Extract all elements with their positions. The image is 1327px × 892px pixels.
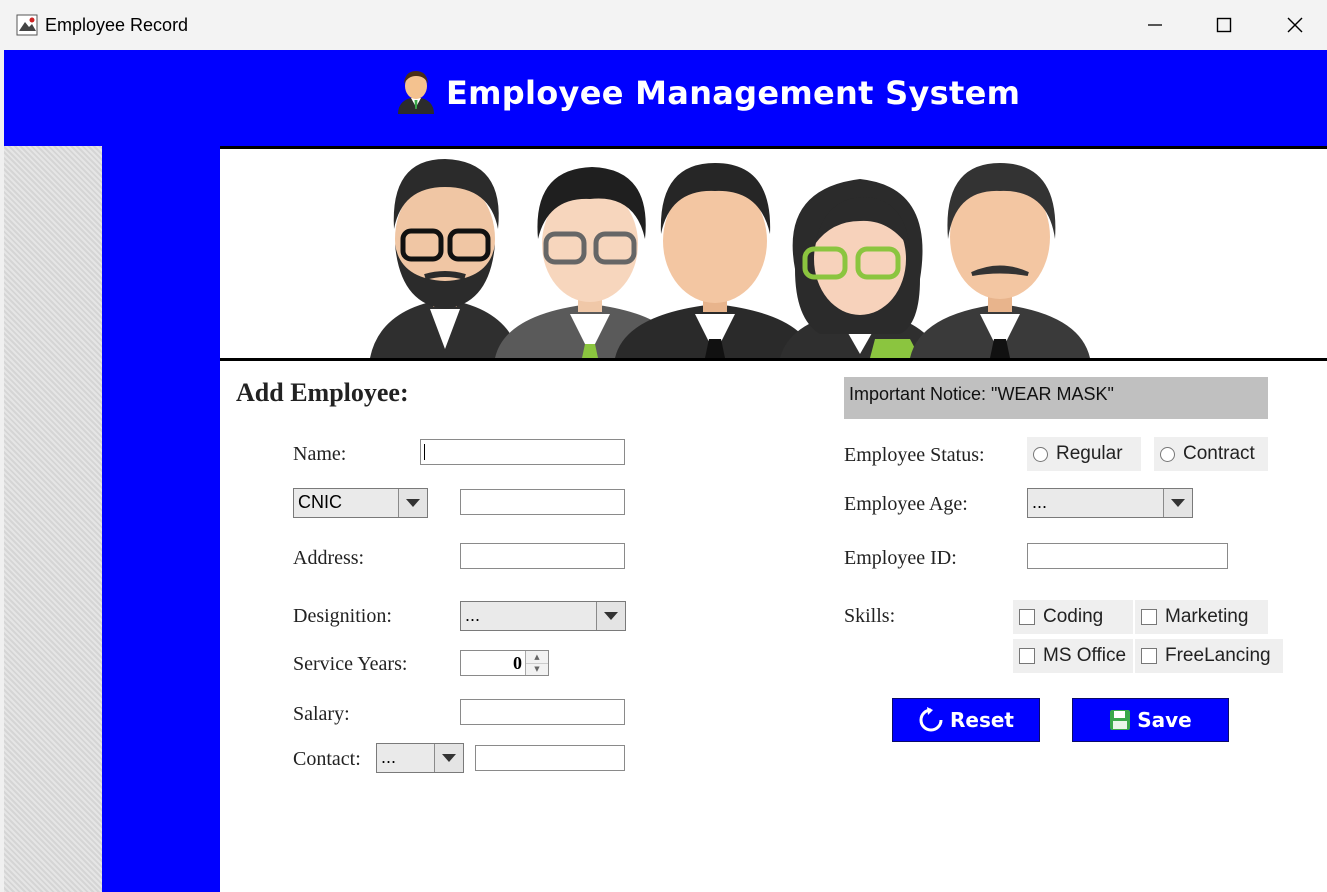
designation-value: ... (465, 605, 481, 625)
save-label: Save (1137, 708, 1192, 732)
minimize-icon (1148, 24, 1162, 26)
reset-label: Reset (950, 708, 1014, 732)
left-gray-panel (4, 146, 102, 892)
contact-label: Contact: (293, 748, 361, 770)
banner-person-3 (615, 163, 815, 358)
spinner-buttons: ▲ ▼ (525, 651, 548, 675)
employee-id-input[interactable] (1027, 543, 1228, 569)
add-employee-heading: Add Employee: (236, 378, 409, 407)
skill-marketing-checkbox[interactable]: Marketing (1135, 600, 1268, 634)
status-contract-label: Contract (1183, 443, 1255, 464)
employee-age-value: ... (1032, 492, 1048, 512)
service-years-label: Service Years: (293, 653, 408, 675)
employee-status-label: Employee Status: (844, 444, 985, 466)
name-input[interactable] (420, 439, 625, 465)
spinner-down-icon[interactable]: ▼ (526, 663, 548, 675)
save-button[interactable]: Save (1072, 698, 1229, 742)
checkbox-icon (1019, 609, 1035, 625)
app-icon (16, 14, 38, 36)
close-icon (1287, 17, 1303, 33)
skill-marketing-label: Marketing (1165, 606, 1249, 627)
skill-msoffice-label: MS Office (1043, 645, 1127, 666)
dropdown-arrow-icon (434, 744, 463, 772)
banner-person-4 (780, 179, 940, 358)
skill-coding-label: Coding (1043, 606, 1104, 627)
skill-freelancing-label: FreeLancing (1165, 645, 1271, 666)
designation-label: Designition: (293, 605, 392, 627)
left-blue-panel (102, 146, 220, 892)
cnic-input[interactable] (460, 489, 625, 515)
employee-age-label: Employee Age: (844, 493, 968, 515)
skill-freelancing-checkbox[interactable]: FreeLancing (1135, 639, 1283, 673)
salary-input[interactable] (460, 699, 625, 725)
status-regular-label: Regular (1056, 443, 1123, 464)
app-title: Employee Management System (446, 74, 1021, 112)
dropdown-arrow-icon (398, 489, 427, 517)
id-type-select[interactable]: CNIC (293, 488, 428, 518)
checkbox-icon (1019, 648, 1035, 664)
close-button[interactable] (1260, 0, 1327, 50)
designation-select[interactable]: ... (460, 601, 626, 631)
maximize-button[interactable] (1189, 0, 1259, 50)
reset-button[interactable]: Reset (892, 698, 1040, 742)
checkbox-icon (1141, 609, 1157, 625)
checkbox-icon (1141, 648, 1157, 664)
skills-label: Skills: (844, 605, 896, 627)
app-header: Employee Management System (4, 50, 1327, 146)
address-input[interactable] (460, 543, 625, 569)
important-notice: Important Notice: "WEAR MASK" (844, 377, 1268, 419)
skill-coding-checkbox[interactable]: Coding (1013, 600, 1133, 634)
employee-banner-image (220, 146, 1327, 361)
service-years-value: 0 (513, 653, 522, 673)
minimize-button[interactable] (1120, 0, 1190, 50)
window-titlebar: Employee Record (0, 0, 1327, 51)
status-regular-radio[interactable]: Regular (1027, 437, 1141, 471)
radio-icon (1033, 446, 1048, 462)
skill-msoffice-checkbox[interactable]: MS Office (1013, 639, 1133, 673)
contact-input[interactable] (475, 745, 625, 771)
save-disk-icon (1110, 710, 1131, 730)
id-type-value: CNIC (298, 492, 342, 512)
window-title: Employee Record (45, 15, 189, 35)
salary-label: Salary: (293, 703, 350, 725)
radio-icon (1160, 446, 1175, 462)
contact-code-select[interactable]: ... (376, 743, 464, 773)
name-label: Name: (293, 443, 347, 465)
service-years-spinner[interactable]: 0 ▲ ▼ (460, 650, 549, 676)
banner-person-5 (910, 163, 1090, 358)
contact-code-value: ... (381, 747, 397, 767)
employee-id-label: Employee ID: (844, 547, 957, 569)
employee-age-select[interactable]: ... (1027, 488, 1193, 518)
dropdown-arrow-icon (1163, 489, 1192, 517)
reset-icon (919, 707, 943, 732)
employee-avatar-icon (394, 67, 438, 115)
maximize-icon (1216, 17, 1232, 33)
address-label: Address: (293, 547, 365, 569)
status-contract-radio[interactable]: Contract (1154, 437, 1268, 471)
dropdown-arrow-icon (596, 602, 625, 630)
banner-person-1 (370, 159, 520, 358)
